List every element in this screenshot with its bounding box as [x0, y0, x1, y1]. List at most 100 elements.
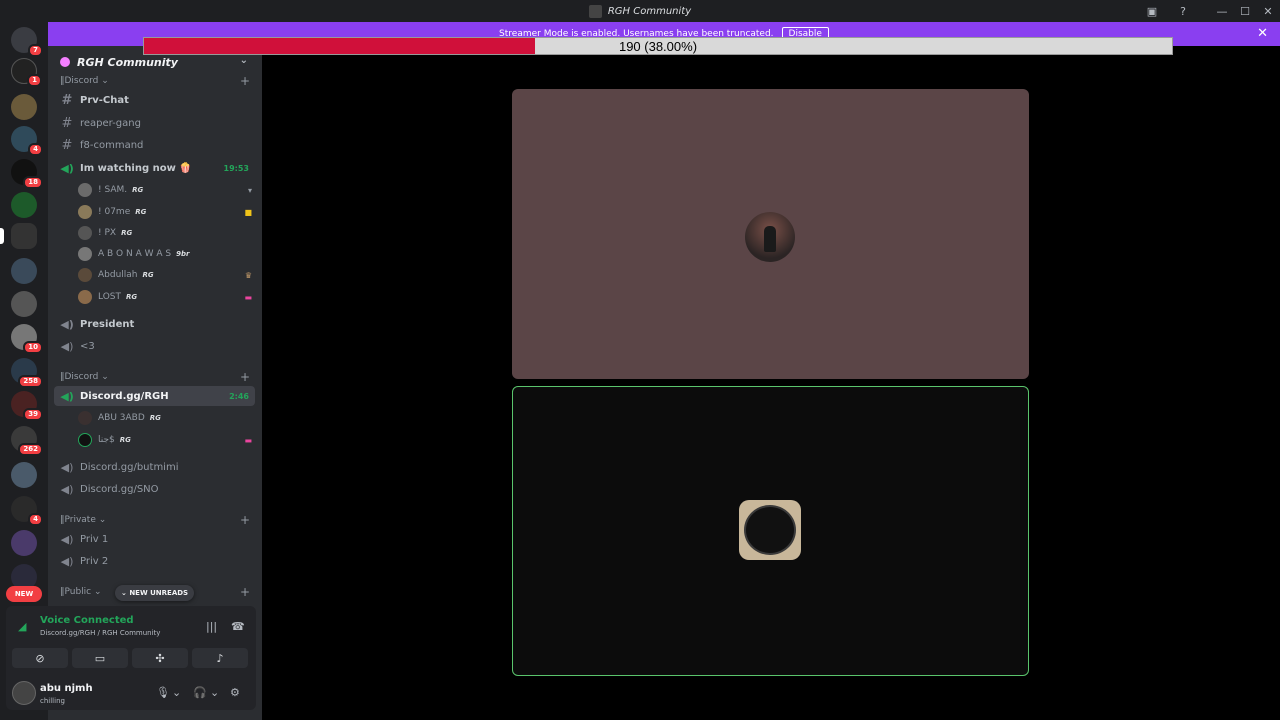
server-icon[interactable] — [11, 462, 37, 488]
voice-user[interactable]: ABU 3ABD RG — [78, 408, 258, 428]
server-folder-icon[interactable] — [11, 258, 37, 284]
user-name: Abdullah — [98, 270, 138, 280]
user-name: LOST — [98, 292, 121, 302]
voice-user[interactable]: A B O N A W A S 9br — [78, 244, 258, 264]
signal-icon[interactable]: ◢ — [18, 620, 26, 633]
voice-user[interactable]: Abdullah RG ♛ — [78, 265, 258, 285]
window-title-text: RGH Community — [607, 5, 692, 17]
category-header[interactable]: ‖ Discord ⌄ + — [60, 74, 250, 88]
server-icon — [588, 4, 602, 18]
voice-user[interactable]: LOST RG ▬ — [78, 287, 258, 307]
category-label: Private — [64, 515, 96, 525]
avatar — [739, 500, 801, 560]
voice-channel-president[interactable]: ◀) President — [54, 314, 255, 334]
chevron-down-icon[interactable]: ⌄ — [210, 686, 219, 699]
disconnect-icon[interactable]: ☎ — [231, 620, 245, 633]
hash-icon: # — [61, 115, 73, 131]
boost-icon — [60, 57, 70, 67]
speaker-icon: ◀) — [60, 389, 74, 403]
unread-badge: 4 — [28, 143, 43, 156]
home-discord-icon[interactable]: 7 — [11, 27, 43, 57]
voice-channel-watching[interactable]: ◀) Im watching now 🍿 19:53 — [54, 158, 255, 178]
server-icon[interactable]: 4 — [11, 126, 43, 156]
server-icon[interactable] — [11, 192, 37, 218]
voice-user[interactable]: جنا$ RG ▬ — [78, 430, 258, 450]
category-label: Public — [64, 587, 92, 597]
user-name[interactable]: abu njmh — [40, 683, 93, 694]
voice-channel-sno[interactable]: ◀) Discord.gg/SNO — [54, 479, 255, 499]
speaker-icon: ◀) — [60, 554, 74, 568]
user-tag: RG — [126, 293, 138, 301]
avatar-frame — [744, 505, 796, 555]
category-header[interactable]: ‖ Discord ⌄ + — [60, 370, 250, 384]
plus-icon[interactable]: + — [240, 585, 250, 599]
speaker-icon: ◀) — [60, 317, 74, 331]
close-icon[interactable]: ✕ — [1257, 26, 1268, 41]
server-icon[interactable]: 1 — [11, 58, 42, 87]
channel-f8-command[interactable]: # f8-command — [54, 135, 255, 155]
user-tag: 9br — [176, 250, 190, 258]
voice-channel-priv1[interactable]: ◀) Priv 1 — [54, 529, 255, 549]
unread-badge: 262 — [18, 443, 43, 456]
silhouette-icon — [764, 226, 776, 252]
microphone-icon[interactable]: 🎙 — [156, 686, 170, 699]
user-panel: abu njmh chilling 🎙 ⌄ 🎧 ⌄ ⚙ — [6, 678, 256, 710]
server-icon[interactable]: 10 — [11, 324, 43, 354]
voice-connected-label[interactable]: Voice Connected — [40, 615, 134, 626]
voice-channel-path[interactable]: Discord.gg/RGH / RGH Community — [40, 629, 160, 637]
channel-prv-chat[interactable]: # Prv-Chat — [54, 90, 255, 110]
avatar — [78, 411, 92, 425]
voice-channel-priv2[interactable]: ◀) Priv 2 — [54, 551, 255, 571]
status-icon: ▾ — [247, 185, 252, 195]
noise-suppression-icon[interactable]: ||| — [206, 620, 217, 633]
plus-icon[interactable]: + — [240, 74, 250, 88]
server-icon[interactable] — [11, 223, 37, 249]
activity-icon: ▬ — [244, 292, 252, 302]
chevron-down-icon[interactable]: ⌄ — [240, 55, 248, 66]
chevron-down-icon[interactable]: ⌄ — [172, 686, 181, 699]
voice-user[interactable]: ! SAM. RG ▾ — [78, 180, 258, 200]
server-folder-icon[interactable]: 4 — [11, 496, 43, 526]
user-status: chilling — [40, 697, 65, 705]
screen-share-button[interactable]: ▭ — [72, 648, 128, 668]
help-icon[interactable]: ? — [1169, 0, 1197, 22]
soundboard-button[interactable]: ♪ — [192, 648, 248, 668]
new-unreads-button[interactable]: ⌄ NEW UNREADS — [115, 585, 195, 601]
plus-icon[interactable]: + — [240, 513, 250, 527]
new-unreads-badge[interactable]: NEW — [6, 586, 42, 602]
window-title: RGH Community — [588, 4, 692, 18]
plus-icon[interactable]: + — [240, 370, 250, 384]
user-tag: RG — [135, 208, 147, 216]
server-icon[interactable] — [11, 94, 37, 120]
server-icon[interactable]: 18 — [11, 159, 43, 189]
server-folder-icon[interactable]: 258 — [11, 358, 43, 388]
voice-user[interactable]: ! PX RG — [78, 223, 258, 243]
category-header[interactable]: ‖ Private ⌄ + — [60, 513, 250, 527]
voice-channel-butmimi[interactable]: ◀) Discord.gg/butmimi — [54, 457, 255, 477]
soundboard-icon: ♪ — [216, 651, 224, 665]
activities-button[interactable]: ✣ — [132, 648, 188, 668]
avatar[interactable] — [12, 681, 36, 705]
server-icon[interactable] — [11, 291, 37, 317]
camera-off-icon: ⊘ — [35, 651, 45, 665]
gear-icon[interactable]: ⚙ — [230, 686, 240, 699]
close-window-button[interactable]: ✕ — [1254, 0, 1280, 22]
user-name: ! SAM. — [98, 185, 128, 195]
server-icon[interactable]: 39 — [11, 391, 43, 421]
headphones-icon[interactable]: 🎧 — [193, 686, 207, 699]
voice-channel-discord-rgh[interactable]: ◀) Discord.gg/RGH 2:46 — [54, 386, 255, 406]
speaker-icon: ◀) — [60, 482, 74, 496]
participant-tile-speaking[interactable] — [512, 386, 1029, 676]
server-folder-icon[interactable]: 262 — [11, 426, 43, 456]
title-bar: RGH Community ▣ ? — ☐ ✕ — [0, 0, 1280, 22]
speaker-icon: ◀) — [60, 460, 74, 474]
voice-channel-heart[interactable]: ◀) <3 — [54, 336, 255, 356]
participant-tile[interactable] — [512, 89, 1029, 379]
camera-toggle-button[interactable]: ⊘ — [12, 648, 68, 668]
channel-label: Prv-Chat — [80, 94, 129, 106]
inbox-icon[interactable]: ▣ — [1138, 0, 1166, 22]
channel-reaper-gang[interactable]: # reaper-gang — [54, 113, 255, 133]
voice-user[interactable]: ! 07me RG ■ — [78, 202, 258, 222]
server-folder-icon[interactable] — [11, 530, 37, 556]
user-tag: RG — [132, 186, 144, 194]
